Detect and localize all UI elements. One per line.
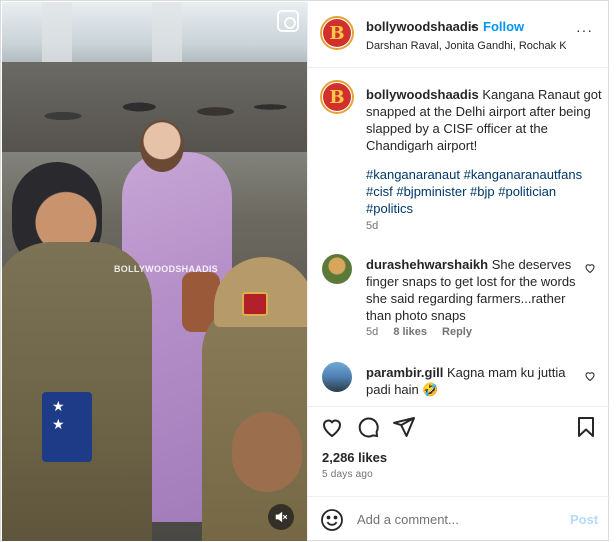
- post-age[interactable]: 5 days ago: [322, 469, 373, 480]
- avatar[interactable]: B: [320, 16, 354, 50]
- save-bookmark-icon[interactable]: [574, 415, 598, 439]
- like-heart-icon[interactable]: [320, 415, 344, 439]
- post-dialog: ★ ★ BOLLYWOODSHAADIS B bollywoodshaadis •…: [0, 0, 610, 541]
- comment-body: durashehwarshaikh She deserves finger sn…: [366, 256, 580, 324]
- avatar[interactable]: [322, 362, 352, 392]
- separator-dot: •: [471, 19, 476, 34]
- brand-logo-icon: B: [323, 83, 351, 111]
- comment-body: parambir.gill Kagna mam ku juttia padi h…: [366, 364, 580, 398]
- video-watermark: BOLLYWOODSHAADIS: [114, 264, 218, 274]
- likes-count[interactable]: 2,286 likes: [322, 450, 387, 465]
- video-cap-badge: [242, 292, 268, 316]
- avatar[interactable]: B: [320, 80, 354, 114]
- avatar[interactable]: [322, 254, 352, 284]
- comment-username[interactable]: parambir.gill: [366, 365, 443, 380]
- comment-bubble-icon[interactable]: [356, 415, 380, 439]
- post-header: B bollywoodshaadis • Follow Darshan Rava…: [308, 2, 610, 68]
- brand-logo-icon: B: [323, 19, 351, 47]
- video-officer-face: [232, 412, 302, 492]
- comment-heart-icon[interactable]: [584, 262, 596, 277]
- video-woman-head: [140, 120, 184, 172]
- comment-timestamp[interactable]: 5d: [366, 326, 378, 338]
- caption-timestamp[interactable]: 5d: [366, 220, 378, 232]
- follow-button[interactable]: Follow: [483, 19, 524, 34]
- post-actions: [308, 406, 610, 446]
- more-options-icon[interactable]: ···: [576, 22, 593, 38]
- comment-likes[interactable]: 8 likes: [393, 326, 427, 338]
- emoji-smiley-icon[interactable]: [320, 508, 344, 532]
- post-comment-button[interactable]: Post: [570, 512, 598, 527]
- mute-button[interactable]: [268, 504, 294, 530]
- reply-button[interactable]: Reply: [442, 326, 472, 338]
- video-epaulette: ★ ★: [42, 392, 92, 462]
- post-details-panel: B bollywoodshaadis • Follow Darshan Rava…: [307, 2, 610, 541]
- comment-input[interactable]: [357, 512, 557, 527]
- caption-hashtags[interactable]: #kanganaranaut #kanganaranautfans #cisf …: [366, 166, 602, 217]
- comment-username[interactable]: durashehwarshaikh: [366, 257, 488, 272]
- post-video[interactable]: ★ ★ BOLLYWOODSHAADIS: [2, 2, 307, 541]
- camera-icon: [277, 10, 299, 32]
- tagged-accounts[interactable]: Darshan Raval, Jonita Gandhi, Rochak K..…: [366, 40, 566, 52]
- comment-heart-icon[interactable]: [584, 370, 596, 385]
- post-caption: bollywoodshaadis Kangana Ranaut got snap…: [366, 86, 602, 154]
- caption-username[interactable]: bollywoodshaadis: [366, 87, 479, 102]
- speaker-muted-icon: [275, 511, 288, 523]
- share-paper-plane-icon[interactable]: [392, 415, 416, 439]
- header-username[interactable]: bollywoodshaadis: [366, 19, 479, 34]
- add-comment-bar: Post: [308, 496, 610, 541]
- comment-meta: 5d 8 likes Reply: [366, 326, 484, 338]
